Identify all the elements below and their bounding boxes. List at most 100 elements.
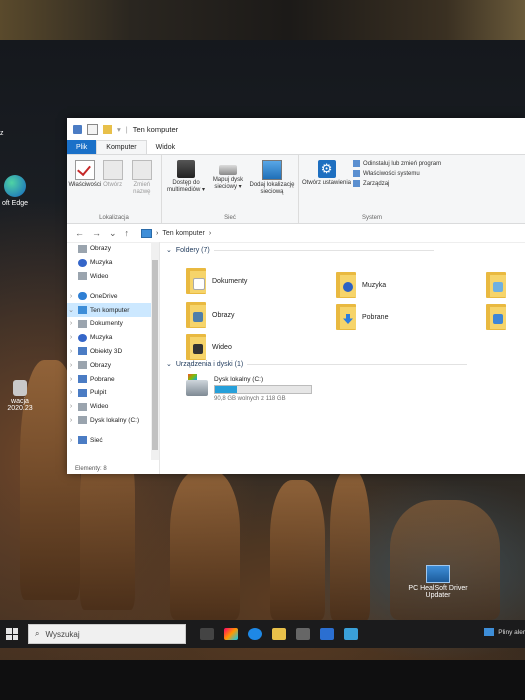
pc-icon[interactable]: [344, 628, 358, 640]
folders-section-header[interactable]: ⌄ Foldery (7): [166, 246, 434, 254]
nav-item-label: Pobrane: [90, 375, 115, 383]
chevron-down-icon: ⌄: [166, 247, 172, 254]
task-view-icon[interactable]: [200, 628, 214, 640]
wallpaper-rock: [330, 470, 370, 620]
recent-locations-button[interactable]: ⌄: [109, 228, 117, 239]
nav-item[interactable]: › Obrazy: [67, 358, 159, 372]
scrollbar-thumb[interactable]: [152, 260, 158, 450]
mail-icon[interactable]: [320, 628, 334, 640]
nav-item-label: OneDrive: [90, 292, 118, 300]
back-button[interactable]: ←: [75, 228, 84, 238]
rename-button[interactable]: Zmień nazwę: [126, 157, 158, 213]
taskbar-search[interactable]: ⌕ Wyszukaj: [28, 624, 186, 644]
manage-link[interactable]: Zarządzaj: [353, 180, 441, 187]
edge-icon[interactable]: [248, 628, 262, 640]
app-icon[interactable]: [224, 628, 238, 640]
drive-icon: [78, 416, 87, 425]
nav-item[interactable]: › Sieć: [67, 433, 159, 447]
start-button[interactable]: [6, 628, 18, 640]
add-network-location-button[interactable]: Dodaj lokalizację sieciową: [249, 157, 295, 213]
chevron-icon[interactable]: ›: [67, 376, 75, 383]
monitor-icon: [262, 160, 282, 180]
folder-icon: [486, 272, 506, 298]
status-bar-items: Elementy: 8: [75, 466, 107, 472]
breadcrumb-this-pc[interactable]: Ten komputer: [162, 230, 204, 237]
tab-computer[interactable]: Komputer: [96, 140, 147, 154]
desktop-icon-edge[interactable]: oft Edge: [0, 175, 30, 207]
chevron-icon[interactable]: ›: [67, 403, 75, 410]
chevron-icon[interactable]: ›: [67, 417, 75, 424]
nav-item[interactable]: › Wideo: [67, 400, 159, 414]
up-button[interactable]: ↑: [125, 228, 130, 238]
folder-label: Pobrane: [362, 313, 389, 321]
folder-label: Muzyka: [362, 281, 387, 289]
folder-icon: [336, 304, 356, 330]
nav-item[interactable]: › Pulpit: [67, 386, 159, 400]
nav-item[interactable]: › Pobrane: [67, 372, 159, 386]
nav-item[interactable]: Obrazy📌: [67, 242, 159, 256]
properties-icon[interactable]: [87, 123, 98, 135]
nav-item[interactable]: ⌄ Ten komputer: [67, 303, 159, 317]
tab-view[interactable]: Widok: [147, 140, 184, 154]
uninstall-program-link[interactable]: Odinstaluj lub zmień program: [353, 160, 441, 167]
store-icon[interactable]: [296, 628, 310, 640]
folder-tile[interactable]: Dokumenty: [186, 268, 247, 294]
file-explorer-icon[interactable]: [272, 628, 286, 640]
chevron-icon[interactable]: ⌄: [67, 306, 75, 314]
chevron-icon[interactable]: ›: [67, 348, 75, 355]
chevron-icon[interactable]: ›: [67, 437, 75, 444]
system-properties-link[interactable]: Właściwości systemu: [353, 170, 441, 177]
folder-tile[interactable]: Obrazy: [186, 302, 235, 328]
chevron-down-icon[interactable]: ▾: [117, 125, 121, 134]
taskbar: ⌕ Wyszukaj Pliny aler: [0, 620, 525, 648]
folder-icon: [486, 304, 506, 330]
folder-tile[interactable]: Pobrane: [336, 304, 388, 330]
desktop-icon-top[interactable]: z: [0, 130, 4, 137]
documents-icon: [78, 319, 87, 328]
breadcrumb-sep: ›: [156, 229, 159, 237]
nav-item[interactable]: Muzyka: [67, 256, 159, 270]
nav-item[interactable]: › Dokumenty: [67, 317, 159, 331]
properties-button[interactable]: Właściwości: [68, 157, 101, 213]
devices-section-header[interactable]: ⌄ Urządzenia i dyski (1): [166, 360, 468, 368]
folder-label: Wideo: [212, 343, 232, 351]
drive-c-tile[interactable]: Dysk lokalny (C:) 90,8 GB wolnych z 118 …: [186, 374, 312, 402]
monitor-bezel-bottom: [0, 660, 525, 700]
downloads-icon: [78, 375, 87, 384]
address-path[interactable]: › Ten komputer ›: [141, 228, 211, 238]
nav-item[interactable]: › Muzyka: [67, 331, 159, 345]
chevron-icon[interactable]: ›: [67, 362, 75, 369]
nav-item-label: Ten komputer: [90, 306, 130, 314]
media-access-button[interactable]: Dostęp do multimediów ▾: [165, 157, 207, 213]
folder-tile[interactable]: [486, 272, 512, 298]
chevron-icon[interactable]: ›: [67, 293, 75, 300]
ribbon-group-location: Właściwości Otwórz Zmień nazwę Lokalizac…: [67, 155, 162, 223]
objects-3d-icon: [78, 347, 87, 356]
forward-button[interactable]: →: [92, 228, 101, 238]
nav-item[interactable]: Wideo: [67, 270, 159, 284]
open-button[interactable]: Otwórz: [102, 157, 124, 213]
map-drive-button[interactable]: Mapuj dysk sieciowy ▾: [209, 157, 247, 213]
chevron-icon[interactable]: ›: [67, 320, 75, 327]
folder-tile[interactable]: Muzyka: [336, 272, 386, 298]
explorer-content: Obrazy📌 Muzyka Wideo › OneDrive ⌄ Ten komputer…: [67, 242, 525, 474]
desktop-icon-label: PC HealSoft Driver Updater: [408, 585, 468, 599]
notification-icon[interactable]: [484, 628, 495, 636]
open-settings-button[interactable]: ⚙ Otwórz ustawienia: [302, 157, 351, 213]
folder-tile[interactable]: Wideo: [186, 334, 232, 360]
manage-icon: [353, 180, 361, 187]
tab-file[interactable]: Plik: [67, 140, 97, 154]
nav-item[interactable]: › Obiekty 3D: [67, 345, 159, 359]
nav-item[interactable]: › Dysk lokalny (C:): [67, 414, 159, 428]
chevron-icon[interactable]: ›: [67, 334, 75, 341]
desktop-icon-driver-updater[interactable]: PC HealSoft Driver Updater: [408, 565, 468, 599]
nav-item[interactable]: › OneDrive: [67, 289, 159, 303]
lock-icon: [13, 380, 27, 396]
nav-scrollbar[interactable]: [151, 242, 159, 460]
folder-tile[interactable]: [486, 304, 512, 330]
desktop-icon-lock[interactable]: wacja 2020.23: [0, 380, 40, 412]
chevron-icon[interactable]: ›: [67, 389, 75, 396]
new-folder-icon[interactable]: [103, 124, 112, 134]
driver-updater-icon: [426, 565, 450, 583]
quick-access-icon[interactable]: [73, 124, 82, 134]
